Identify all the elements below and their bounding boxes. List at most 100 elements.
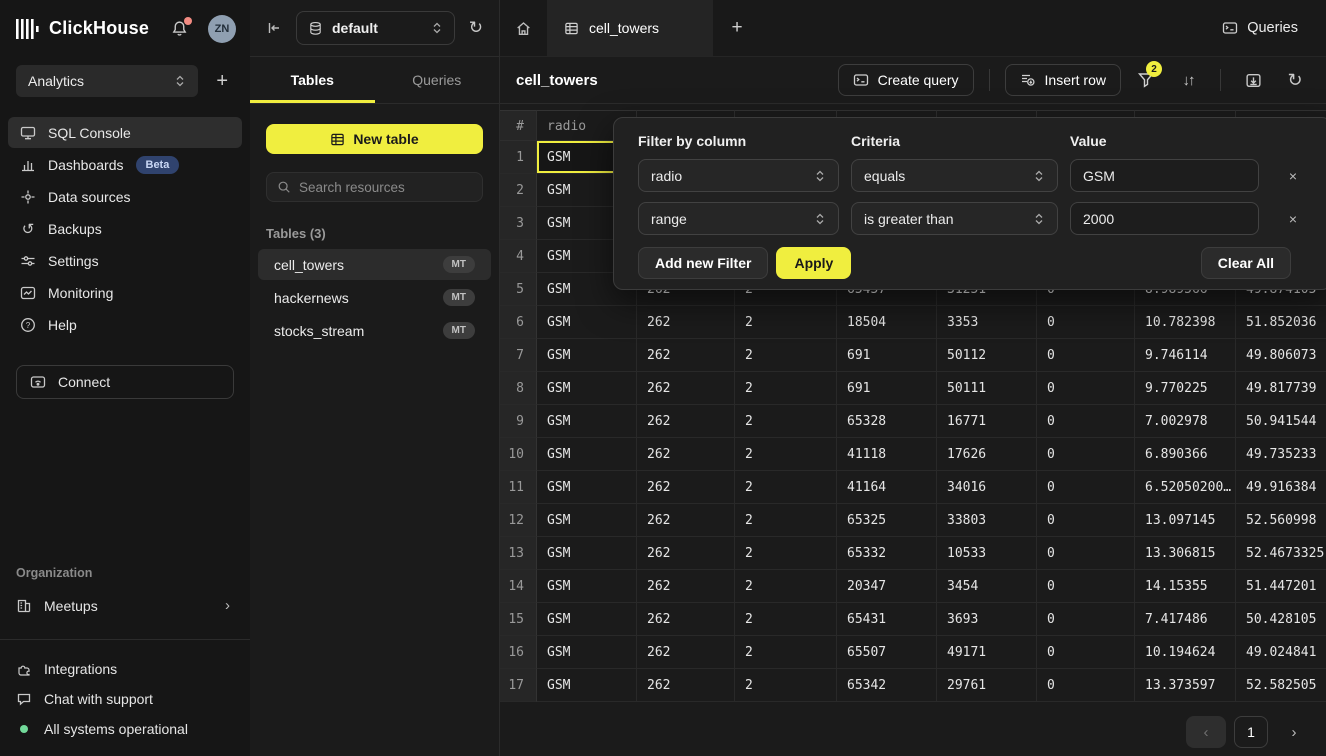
sort-button[interactable]: ↓↑ — [1171, 64, 1205, 96]
table-cell[interactable]: GSM — [537, 339, 637, 372]
table-cell[interactable]: 0 — [1037, 669, 1135, 702]
filter-value-input[interactable] — [1070, 202, 1259, 235]
table-cell[interactable]: 2 — [735, 405, 837, 438]
system-status-link[interactable]: All systems operational — [0, 714, 250, 744]
table-cell[interactable]: 262 — [637, 537, 735, 570]
prev-page-button[interactable]: ‹ — [1186, 716, 1226, 748]
table-cell[interactable]: 0 — [1037, 438, 1135, 471]
column-header[interactable]: # — [500, 110, 537, 141]
table-cell[interactable]: 49171 — [937, 636, 1037, 669]
table-cell[interactable]: GSM — [537, 306, 637, 339]
table-cell[interactable]: 49.817739 — [1236, 372, 1326, 405]
table-cell[interactable]: 13.097145 — [1135, 504, 1236, 537]
table-cell[interactable]: 262 — [637, 339, 735, 372]
sidebar-item-dashboards[interactable]: Dashboards Beta — [8, 149, 242, 180]
tab-queries[interactable]: Queries — [375, 57, 500, 103]
table-cell[interactable]: 262 — [637, 669, 735, 702]
table-cell[interactable]: 65507 — [837, 636, 937, 669]
table-cell[interactable]: 50.941544 — [1236, 405, 1326, 438]
new-tab-button[interactable]: + — [713, 0, 761, 56]
table-cell[interactable]: 52.582505 — [1236, 669, 1326, 702]
table-cell[interactable]: 49.735233 — [1236, 438, 1326, 471]
add-filter-button[interactable]: Add new Filter — [638, 247, 768, 279]
table-cell[interactable]: 18504 — [837, 306, 937, 339]
filter-column-select[interactable]: range — [638, 202, 839, 235]
table-cell[interactable]: 13.373597 — [1135, 669, 1236, 702]
sidebar-item-backups[interactable]: ↺ Backups — [8, 213, 242, 244]
table-cell[interactable]: 262 — [637, 438, 735, 471]
table-cell[interactable]: 7.002978 — [1135, 405, 1236, 438]
table-cell[interactable]: GSM — [537, 372, 637, 405]
table-cell[interactable]: 41118 — [837, 438, 937, 471]
table-cell[interactable]: 10533 — [937, 537, 1037, 570]
table-cell[interactable]: 9.770225 — [1135, 372, 1236, 405]
table-cell[interactable]: 3454 — [937, 570, 1037, 603]
filter-criteria-select[interactable]: is greater than — [851, 202, 1058, 235]
table-cell[interactable]: 49.916384 — [1236, 471, 1326, 504]
table-list-item-hackernews[interactable]: hackernews MT — [258, 282, 491, 313]
collapse-sidebar-icon[interactable] — [266, 20, 282, 36]
connect-button[interactable]: Connect — [16, 365, 234, 399]
table-cell[interactable]: 34016 — [937, 471, 1037, 504]
table-cell[interactable]: 9.746114 — [1135, 339, 1236, 372]
table-cell[interactable]: 0 — [1037, 306, 1135, 339]
table-cell[interactable]: 50111 — [937, 372, 1037, 405]
table-cell[interactable]: 262 — [637, 372, 735, 405]
table-cell[interactable]: GSM — [537, 669, 637, 702]
table-cell[interactable]: 0 — [1037, 405, 1135, 438]
table-cell[interactable]: 33803 — [937, 504, 1037, 537]
next-page-button[interactable]: › — [1276, 716, 1312, 748]
create-query-button[interactable]: Create query — [838, 64, 974, 96]
insert-row-button[interactable]: Insert row — [1005, 64, 1121, 96]
table-cell[interactable]: 10.194624 — [1135, 636, 1236, 669]
sidebar-item-monitoring[interactable]: Monitoring — [8, 277, 242, 308]
search-input[interactable] — [299, 180, 472, 195]
sidebar-item-sql-console[interactable]: SQL Console — [8, 117, 242, 148]
table-cell[interactable]: 691 — [837, 339, 937, 372]
table-cell[interactable]: 262 — [637, 636, 735, 669]
table-cell[interactable]: 6.890366 — [1135, 438, 1236, 471]
table-cell[interactable]: 51.447201 — [1236, 570, 1326, 603]
table-cell[interactable]: 262 — [637, 471, 735, 504]
table-cell[interactable]: 10.782398 — [1135, 306, 1236, 339]
table-cell[interactable]: 0 — [1037, 339, 1135, 372]
table-cell[interactable]: 2 — [735, 603, 837, 636]
table-cell[interactable]: GSM — [537, 504, 637, 537]
table-cell[interactable]: 262 — [637, 504, 735, 537]
download-button[interactable] — [1236, 64, 1270, 96]
table-cell[interactable]: 0 — [1037, 603, 1135, 636]
table-cell[interactable]: 65342 — [837, 669, 937, 702]
table-cell[interactable]: 2 — [735, 537, 837, 570]
table-cell[interactable]: 2 — [735, 471, 837, 504]
filter-column-select[interactable]: radio — [638, 159, 839, 192]
table-cell[interactable]: 262 — [637, 405, 735, 438]
apply-filters-button[interactable]: Apply — [776, 247, 851, 279]
chat-support-link[interactable]: Chat with support — [0, 684, 250, 714]
table-cell[interactable]: 65431 — [837, 603, 937, 636]
table-cell[interactable]: 49.806073 — [1236, 339, 1326, 372]
table-cell[interactable]: 2 — [735, 372, 837, 405]
refresh-button[interactable]: ↻ — [1278, 64, 1312, 96]
table-cell[interactable]: 0 — [1037, 471, 1135, 504]
remove-filter-button[interactable]: × — [1278, 204, 1308, 234]
table-cell[interactable]: 3353 — [937, 306, 1037, 339]
table-cell[interactable]: 691 — [837, 372, 937, 405]
notifications-button[interactable] — [171, 20, 188, 37]
table-cell[interactable]: 2 — [735, 636, 837, 669]
table-cell[interactable]: 262 — [637, 570, 735, 603]
current-page[interactable]: 1 — [1234, 716, 1268, 748]
table-cell[interactable]: GSM — [537, 405, 637, 438]
workspace-select[interactable]: Analytics — [16, 65, 198, 97]
table-cell[interactable]: 65325 — [837, 504, 937, 537]
table-cell[interactable]: 14.15355 — [1135, 570, 1236, 603]
table-cell[interactable]: 2 — [735, 438, 837, 471]
table-cell[interactable]: 50112 — [937, 339, 1037, 372]
table-cell[interactable]: 20347 — [837, 570, 937, 603]
table-cell[interactable]: GSM — [537, 471, 637, 504]
sidebar-item-help[interactable]: ? Help — [8, 309, 242, 340]
avatar[interactable]: ZN — [208, 15, 236, 43]
table-cell[interactable]: 0 — [1037, 570, 1135, 603]
table-cell[interactable]: 65328 — [837, 405, 937, 438]
table-cell[interactable]: 50.428105 — [1236, 603, 1326, 636]
clear-all-filters-button[interactable]: Clear All — [1201, 247, 1291, 279]
